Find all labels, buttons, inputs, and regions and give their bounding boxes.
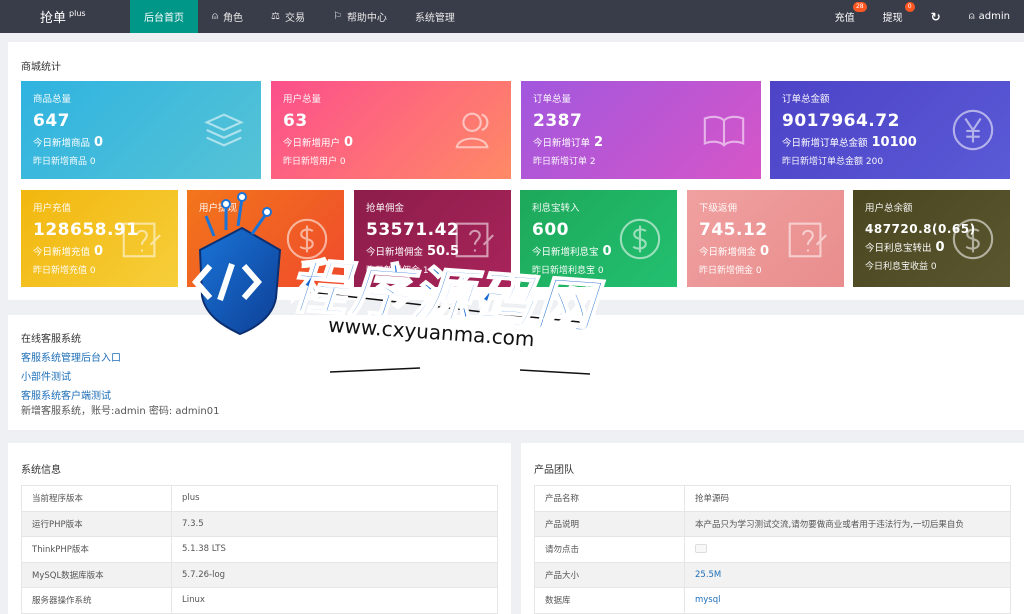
tile-label: 用户总量 (283, 94, 322, 105)
table-row: 运行PHP版本 7.3.5 (21, 510, 498, 537)
user-icon: ⍝ (968, 11, 975, 22)
tile-yesterday: 昨日新增佣金 0 (699, 266, 762, 276)
dollar-icon (952, 218, 994, 259)
sysinfo-title: 系统信息 (21, 465, 61, 476)
team-table: 产品名称 抢单源码 产品说明 本产品只为学习测试交流,请勿要做商业或者用于违法行为,… (534, 485, 1011, 614)
tile-label: 用户总余额 (865, 203, 913, 214)
service-title: 在线客服系统 (21, 334, 81, 345)
tile-label: 订单总金额 (782, 94, 830, 105)
stat-tile-products[interactable]: 商品总量 647 今日新增商品 0 昨日新增商品 0 (21, 81, 261, 179)
hidden-button[interactable] (695, 544, 707, 554)
edit-icon (122, 222, 161, 257)
logo-text: 抢单 (40, 11, 67, 26)
user-menu[interactable]: ⍝ admin (955, 0, 1024, 33)
table-row: 当前程序版本 plus (21, 485, 498, 512)
top-navbar: 抢单 plus 后台首页 ⍝ 角色 ⚖ 交易 ⚐ 帮助中心 系统管理 充值 28 提现 0 … (0, 0, 1024, 33)
users-icon (455, 112, 489, 149)
sysinfo-card: 系统信息 当前程序版本 plus 运行PHP版本 7.3.5 ThinkPHP版本 5… (8, 443, 511, 614)
layers-icon (204, 113, 244, 147)
tile-label: 订单总量 (533, 94, 572, 105)
nav-trade[interactable]: ⚖ 交易 (257, 0, 319, 33)
tile-yesterday: 昨日新增充值 0 (33, 266, 96, 276)
table-row: 产品名称 抢单源码 (534, 485, 1011, 512)
recharge-button[interactable]: 充值 28 (821, 0, 869, 33)
stat-tile-users[interactable]: 用户总量 63 今日新增用户 0 昨日新增用户 0 (271, 81, 511, 179)
table-row: MySQL数据库版本 5.7.26-log (21, 561, 498, 588)
stat-tile-sub-commission[interactable]: 下级返佣 745.12 今日新增佣金 0 昨日新增佣金 0 (687, 190, 844, 287)
nav-home[interactable]: 后台首页 (130, 0, 198, 33)
tile-label: 利息宝转入 (532, 203, 580, 214)
table-row: ThinkPHP版本 5.1.38 LTS (21, 536, 498, 563)
nav-system-label: 系统管理 (414, 13, 455, 24)
tile-yesterday: 昨日新增利息宝 0 (532, 266, 604, 276)
tile-yesterday: 昨日新增商品 0 (33, 157, 96, 167)
scale-icon: ⚖ (271, 11, 280, 22)
stat-tile-orders[interactable]: 订单总量 2387 今日新增订单 2 昨日新增订单 2 (521, 81, 761, 179)
dollar-icon (619, 218, 661, 259)
recharge-badge: 28 (852, 2, 867, 12)
tile-yesterday: 昨日新增用户 0 (283, 157, 346, 167)
refresh-icon: ↻ (930, 9, 941, 24)
tile-label: 商品总量 (33, 94, 72, 105)
nav-trade-label: 交易 (284, 13, 305, 24)
stat-tile-balance[interactable]: 用户总余额 487720.8(0.65) 今日利息宝转出 0 今日利息宝收益 0 (853, 190, 1010, 287)
nav-roles[interactable]: ⍝ 角色 (198, 0, 257, 33)
edit-icon (455, 222, 494, 257)
stats-title: 商城统计 (21, 62, 61, 73)
withdraw-label: 提现 (882, 13, 903, 24)
nav-roles-label: 角色 (223, 13, 243, 24)
user-icon: ⍝ (212, 11, 218, 22)
edit-icon (788, 222, 827, 257)
tile-yesterday: 昨日新增订单总金额 200 (782, 157, 884, 167)
withdraw-button[interactable]: 提现 0 (869, 0, 917, 33)
widget-test-link[interactable]: 小部件测试 (21, 368, 121, 383)
main-nav: 后台首页 ⍝ 角色 ⚖ 交易 ⚐ 帮助中心 系统管理 (130, 0, 469, 33)
table-row: 产品大小 25.5M (534, 561, 1011, 588)
top-right-actions: 充值 28 提现 0 ↻ ⍝ admin (821, 0, 1024, 33)
recharge-label: 充值 (834, 13, 855, 24)
service-card: 在线客服系统 客服系统管理后台入口 小部件测试 客服系统客户端测试 新增客服系统… (8, 315, 1024, 430)
service-note: 新增客服系统，账号:admin 密码: admin01 (21, 406, 220, 417)
nav-help[interactable]: ⚐ 帮助中心 (319, 0, 401, 33)
stat-tile-recharge[interactable]: 用户充值 128658.91 今日新增充值 0 昨日新增充值 0 (21, 190, 178, 287)
client-test-link[interactable]: 客服系统客户端测试 (21, 387, 121, 402)
stat-tile-interest-in[interactable]: 利息宝转入 600 今日新增利息宝 0 昨日新增利息宝 0 (520, 190, 677, 287)
table-row: 产品说明 本产品只为学习测试交流,请勿要做商业或者用于违法行为,一切后果自负 (534, 510, 1011, 537)
app-logo[interactable]: 抢单 plus (0, 0, 130, 33)
refresh-button[interactable]: ↻ (917, 0, 955, 33)
tile-yesterday: 昨日新增佣金 1 (366, 266, 429, 276)
sysinfo-table: 当前程序版本 plus 运行PHP版本 7.3.5 ThinkPHP版本 5.1.38… (21, 485, 498, 614)
withdraw-badge: 0 (904, 2, 915, 12)
tile-label: 用户充值 (33, 203, 72, 214)
logo-sup: plus (69, 9, 86, 18)
tile-label: 抢单佣金 (366, 203, 405, 214)
service-admin-link[interactable]: 客服系统管理后台入口 (21, 349, 121, 364)
user-name: admin (978, 11, 1010, 22)
tile-label: 下级返佣 (699, 203, 738, 214)
table-row: 数据库 mysql (534, 587, 1011, 614)
team-title: 产品团队 (534, 465, 574, 476)
yen-icon (952, 109, 994, 151)
team-card: 产品团队 产品名称 抢单源码 产品说明 本产品只为学习测试交流,请勿要做商业或者用于… (521, 443, 1024, 614)
table-row: 服务器操作系统 Linux (21, 587, 498, 614)
dollar-icon (286, 218, 328, 259)
nav-help-label: 帮助中心 (346, 13, 387, 24)
table-row: 请勿点击 (534, 536, 1011, 563)
stat-tile-commission[interactable]: 抢单佣金 53571.42 今日新增佣金 50.5 昨日新增佣金 1 (354, 190, 511, 287)
stat-tile-withdraw[interactable]: 用户提现 (187, 190, 344, 287)
nav-system[interactable]: 系统管理 (401, 0, 469, 33)
book-icon (703, 115, 745, 147)
nav-home-label: 后台首页 (144, 13, 184, 24)
flag-icon: ⚐ (332, 11, 342, 22)
stat-tile-order-amount[interactable]: 订单总金额 9017964.72 今日新增订单总金额 10100 昨日新增订单总金… (770, 81, 1010, 179)
tile-label: 用户提现 (199, 203, 238, 214)
tile-yesterday: 昨日新增订单 2 (533, 157, 596, 167)
